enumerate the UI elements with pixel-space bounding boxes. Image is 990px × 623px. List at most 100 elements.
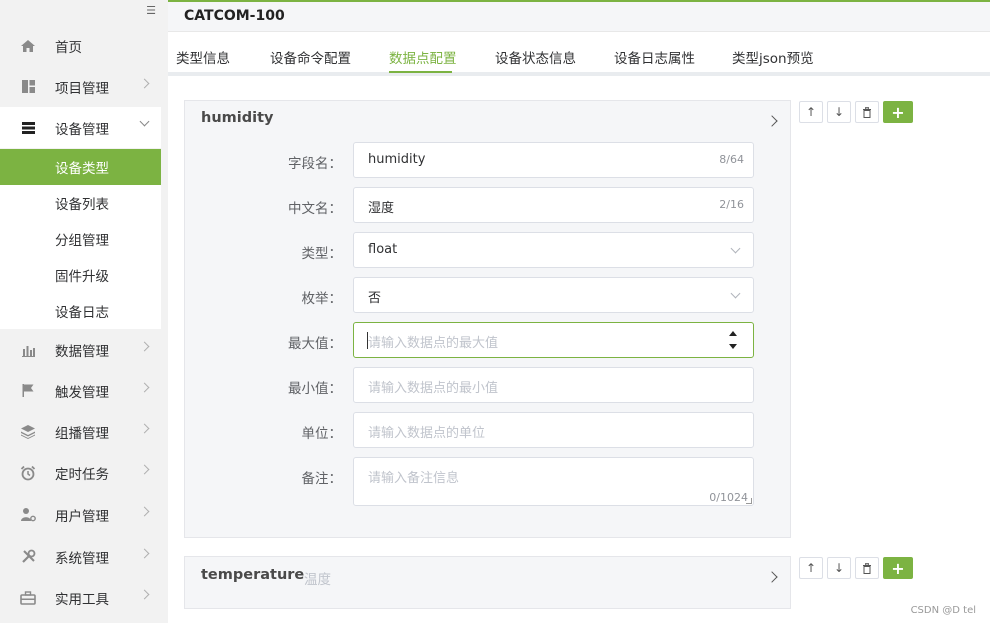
add-datapoint-button[interactable]: + (883, 557, 913, 579)
field-name-input[interactable]: humidity 8/64 (353, 142, 754, 178)
sidebar-item-multicast[interactable]: 组播管理 (0, 411, 161, 452)
enum-value: 否 (368, 291, 382, 306)
sidebar-item-label: 项目管理 (55, 80, 109, 97)
submenu-item-label: 分组管理 (55, 233, 109, 249)
tab-bar: 类型信息 设备命令配置 数据点配置 设备状态信息 设备日志属性 类型json预览 (168, 36, 990, 76)
submenu-item-label: 固件升级 (55, 269, 109, 285)
chevron-right-icon (139, 423, 150, 434)
sidebar-item-home[interactable]: 首页 (0, 25, 161, 66)
panel-subtitle: 温度 (304, 572, 331, 588)
panel-title[interactable]: humidity (201, 110, 273, 126)
submenu-item-device-list[interactable]: 设备列表 (0, 185, 161, 221)
chevron-right-icon (139, 548, 150, 559)
sidebar-item-data[interactable]: 数据管理 (0, 329, 161, 370)
page-header: CATCOM-100 (168, 2, 990, 32)
sidebar-item-triggers[interactable]: 触发管理 (0, 370, 161, 411)
sidebar-item-label: 组播管理 (55, 425, 109, 442)
sidebar-item-label: 设备管理 (55, 121, 109, 138)
submenu-item-firmware[interactable]: 固件升级 (0, 257, 161, 293)
panel-title[interactable]: temperature (201, 567, 304, 583)
chevron-down-icon (730, 288, 741, 299)
submenu-item-groups[interactable]: 分组管理 (0, 221, 161, 257)
chevron-right-icon (139, 506, 150, 517)
flag-icon (19, 383, 37, 399)
sidebar-item-devices[interactable]: 设备管理 (0, 107, 161, 148)
chevron-right-icon[interactable] (766, 115, 778, 127)
spin-up-icon[interactable] (729, 331, 737, 336)
max-value-input[interactable]: 请输入数据点的最大值 (353, 322, 754, 358)
chevron-right-icon (139, 78, 150, 89)
sidebar: ☰ 首页 项目管理 设备管理 设备类型 设备列表 分组管理 固件升级 设备日志 … (0, 0, 168, 623)
sidebar-item-scheduled-tasks[interactable]: 定时任务 (0, 452, 161, 493)
remark-textarea[interactable]: 请输入备注信息 0/1024 (353, 457, 754, 506)
move-down-button[interactable]: ↓ (827, 557, 851, 579)
max-label: 最大值： (288, 336, 342, 352)
tab-datapoint-config[interactable]: 数据点配置 (389, 47, 457, 67)
chevron-right-icon (139, 341, 150, 352)
submenu-item-label: 设备列表 (55, 197, 109, 213)
cn-name-input[interactable]: 湿度 2/16 (353, 187, 754, 223)
field-name-label: 字段名： (288, 156, 342, 172)
move-up-button[interactable]: ↑ (799, 101, 823, 123)
submenu-item-device-logs[interactable]: 设备日志 (0, 293, 161, 329)
delete-button[interactable] (855, 557, 879, 579)
unit-input[interactable]: 请输入数据点的单位 (353, 412, 754, 448)
move-up-button[interactable]: ↑ (799, 557, 823, 579)
spin-down-icon[interactable] (729, 344, 737, 349)
min-placeholder: 请输入数据点的最小值 (368, 381, 499, 396)
panel-actions: ↑ ↓ + (799, 101, 913, 123)
sidebar-item-users[interactable]: 用户管理 (0, 494, 161, 535)
enum-select[interactable]: 否 (353, 277, 754, 313)
page-title: CATCOM-100 (184, 8, 285, 24)
sidebar-item-system[interactable]: 系统管理 (0, 536, 161, 577)
remark-placeholder: 请输入备注信息 (368, 471, 460, 486)
sidebar-item-label: 数据管理 (55, 343, 109, 360)
sidebar-item-utilities[interactable]: 实用工具 (0, 577, 161, 618)
chevron-right-icon (139, 382, 150, 393)
toolbox-icon (19, 590, 37, 606)
server-icon (19, 120, 37, 136)
min-value-input[interactable]: 请输入数据点的最小值 (353, 367, 754, 403)
chevron-right-icon[interactable] (766, 571, 778, 583)
type-select[interactable]: float (353, 232, 754, 268)
type-label: 类型： (301, 246, 343, 262)
cn-name-label: 中文名： (288, 201, 342, 217)
tab-json-preview[interactable]: 类型json预览 (732, 47, 814, 67)
collapse-sidebar-icon[interactable]: ☰ (144, 4, 158, 18)
chevron-right-icon (139, 464, 150, 475)
max-placeholder: 请输入数据点的最大值 (368, 336, 499, 351)
home-icon (19, 38, 37, 54)
char-counter: 2/16 (719, 198, 744, 211)
sidebar-item-label: 触发管理 (55, 384, 109, 401)
tab-command-config[interactable]: 设备命令配置 (270, 47, 351, 67)
sidebar-item-label: 实用工具 (55, 591, 109, 608)
cn-name-value: 湿度 (368, 201, 395, 216)
sidebar-item-projects[interactable]: 项目管理 (0, 66, 161, 107)
chevron-down-icon (730, 243, 741, 254)
panel-actions: ↑ ↓ + (799, 557, 913, 579)
submenu-item-device-types[interactable]: 设备类型 (0, 149, 161, 185)
char-counter: 8/64 (719, 153, 744, 166)
user-gear-icon (19, 507, 37, 523)
enum-label: 枚举： (301, 291, 343, 307)
tools-icon (19, 549, 37, 565)
chevron-right-icon (139, 589, 150, 600)
datapoint-panel-temperature: temperature 温度 (184, 556, 791, 609)
tab-log-attributes[interactable]: 设备日志属性 (614, 47, 695, 67)
delete-button[interactable] (855, 101, 879, 123)
watermark: CSDN @D tel (910, 605, 976, 616)
sidebar-item-label: 用户管理 (55, 508, 109, 525)
tab-type-info[interactable]: 类型信息 (176, 47, 230, 67)
layers-icon (19, 424, 37, 440)
min-label: 最小值： (288, 381, 342, 397)
move-down-button[interactable]: ↓ (827, 101, 851, 123)
dashboard-icon (19, 79, 37, 95)
remark-label: 备注： (301, 471, 343, 487)
tab-device-status[interactable]: 设备状态信息 (495, 47, 576, 67)
add-datapoint-button[interactable]: + (883, 101, 913, 123)
field-name-value: humidity (368, 152, 426, 167)
resize-handle-icon[interactable] (746, 498, 752, 504)
type-value: float (368, 242, 398, 257)
submenu-item-label: 设备日志 (55, 305, 109, 321)
bar-chart-icon (19, 342, 37, 358)
